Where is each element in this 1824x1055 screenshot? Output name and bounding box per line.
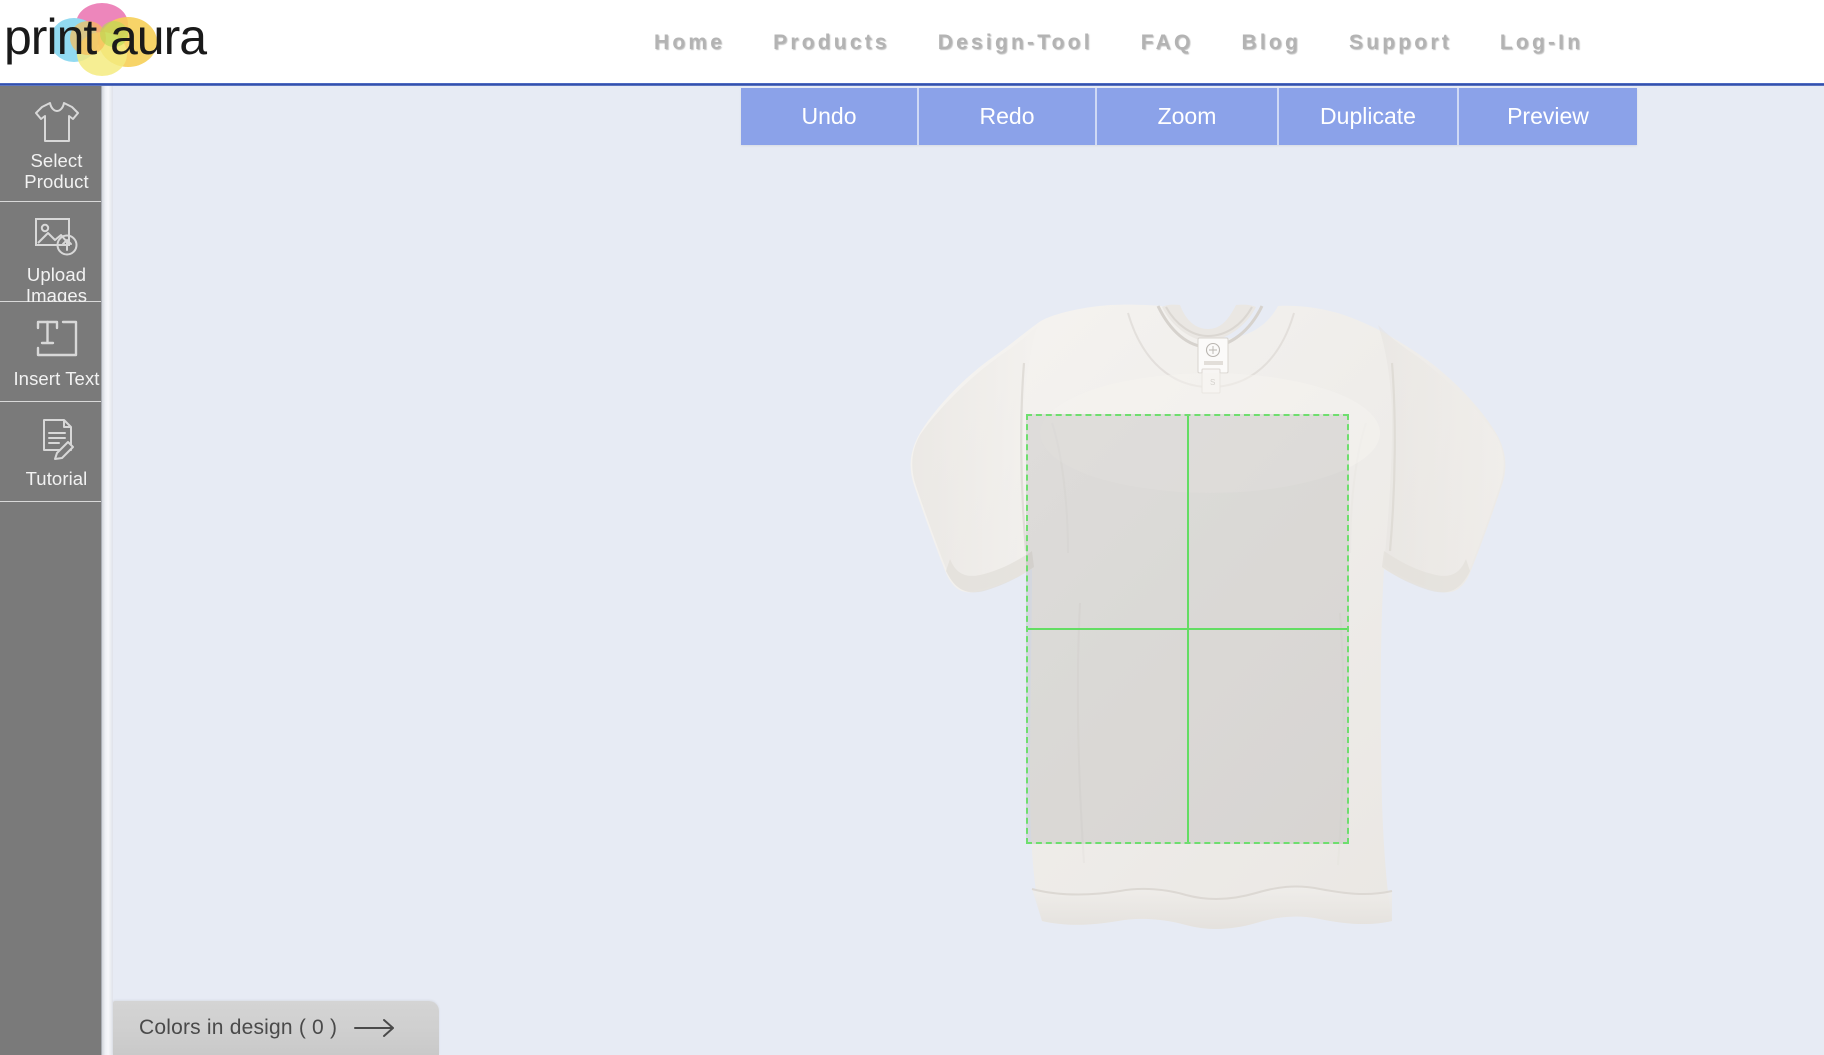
- sidebar-label-insert-text: Insert Text: [13, 368, 100, 389]
- svg-text:aura: aura: [110, 9, 207, 65]
- colors-in-design-label: Colors in design ( 0 ): [139, 1016, 338, 1039]
- duplicate-button[interactable]: Duplicate: [1279, 88, 1459, 145]
- sidebar-item-upload-images[interactable]: Upload Images: [0, 202, 113, 306]
- tshirt-icon: [31, 100, 83, 144]
- nav-item-home[interactable]: Home: [630, 31, 749, 55]
- nav-item-faq[interactable]: FAQ: [1117, 31, 1218, 55]
- bottom-strip: [439, 1001, 1824, 1055]
- nav-item-login[interactable]: Log-In: [1476, 31, 1607, 55]
- editor-toolbar: Undo Redo Zoom Duplicate Preview: [741, 88, 1637, 145]
- design-tool-page: print aura Home Products Design-Tool FAQ…: [0, 0, 1824, 1055]
- main-navigation: Home Products Design-Tool FAQ Blog Suppo…: [630, 22, 1810, 64]
- preview-button[interactable]: Preview: [1459, 88, 1637, 145]
- arrow-right-icon: [353, 1018, 397, 1038]
- print-area[interactable]: [1026, 414, 1349, 844]
- sidebar-label-select-product: Select Product: [24, 150, 89, 192]
- design-canvas[interactable]: S: [113, 86, 1824, 1055]
- site-header: print aura Home Products Design-Tool FAQ…: [0, 0, 1824, 85]
- nav-item-support[interactable]: Support: [1325, 31, 1476, 55]
- image-upload-icon: [31, 216, 83, 258]
- nav-item-design-tool[interactable]: Design-Tool: [914, 31, 1117, 55]
- zoom-button[interactable]: Zoom: [1097, 88, 1279, 145]
- undo-button[interactable]: Undo: [741, 88, 919, 145]
- sidebar-item-select-product[interactable]: Select Product: [0, 86, 113, 202]
- redo-button[interactable]: Redo: [919, 88, 1097, 145]
- text-box-icon: [31, 316, 83, 362]
- sidebar-label-upload-images: Upload Images: [25, 264, 88, 306]
- sidebar-item-insert-text[interactable]: Insert Text: [0, 302, 113, 402]
- sidebar-item-tutorial[interactable]: Tutorial: [0, 402, 113, 502]
- print-area-horizontal-guide: [1028, 628, 1347, 630]
- printaura-logo[interactable]: print aura: [2, 2, 272, 80]
- nav-item-products[interactable]: Products: [749, 31, 914, 55]
- sidebar-scrollbar[interactable]: [101, 86, 113, 1055]
- left-sidebar: Select Product Upload Images Insert Text…: [0, 86, 113, 1055]
- header-divider: [0, 83, 1824, 86]
- colors-in-design-button[interactable]: Colors in design ( 0 ): [113, 1001, 439, 1055]
- svg-text:print: print: [4, 9, 97, 65]
- nav-item-blog[interactable]: Blog: [1218, 31, 1325, 55]
- document-pencil-icon: [31, 416, 83, 462]
- sidebar-label-tutorial: Tutorial: [25, 468, 88, 489]
